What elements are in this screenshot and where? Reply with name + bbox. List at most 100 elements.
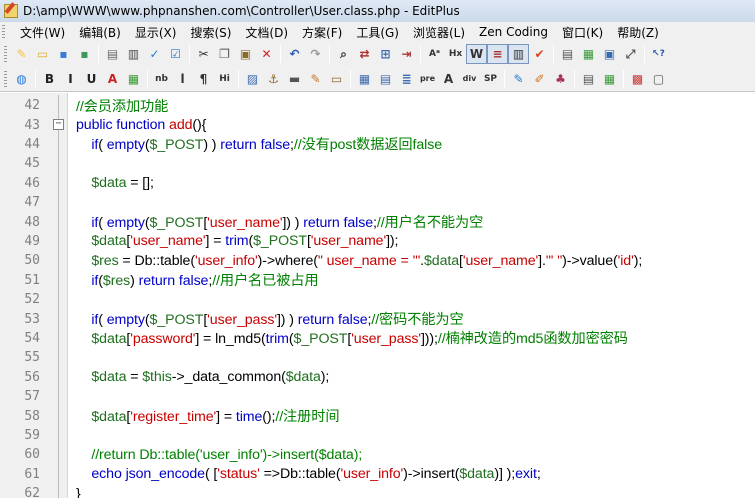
edit-button[interactable]: ✎ [305, 69, 326, 89]
anchor-tag-button[interactable]: A [438, 69, 459, 89]
span-button[interactable]: SP [480, 69, 501, 89]
toolbar-grip[interactable] [4, 46, 7, 62]
css-toolbar-button[interactable]: ▦ [599, 69, 620, 89]
code-line[interactable]: 58 $data['register_time'] = time();//注册时… [0, 406, 755, 426]
menu-help[interactable]: 帮助(Z) [610, 24, 666, 41]
find-in-files-button[interactable]: ⊞ [375, 44, 396, 64]
code-line[interactable]: 59 [0, 426, 755, 445]
line-number-button[interactable]: ≡ [487, 44, 508, 64]
print-preview-button[interactable]: ▤ [102, 44, 123, 64]
open-folder-button[interactable]: ▭ [32, 44, 53, 64]
code-line[interactable]: 62} [0, 484, 755, 498]
word-wrap-button[interactable]: W [466, 44, 487, 64]
preview-button[interactable]: ▢ [648, 69, 669, 89]
code-line[interactable]: 45 [0, 154, 755, 173]
code-line[interactable]: 57 [0, 387, 755, 406]
output-window-button[interactable]: ▤ [557, 44, 578, 64]
pre-button[interactable]: pre [417, 69, 438, 89]
code-line[interactable]: 60 //return Db::table('user_info')->inse… [0, 445, 755, 464]
spell-check-button[interactable]: ✓ [144, 44, 165, 64]
code-line[interactable]: 49 $data['user_name'] = trim($_POST['use… [0, 232, 755, 251]
code-line[interactable]: 55 [0, 348, 755, 367]
find-button[interactable]: ⌕ [333, 44, 354, 64]
save-all-button[interactable]: ▪ [74, 44, 95, 64]
menu-project[interactable]: 方案(F) [295, 24, 349, 41]
code-line[interactable]: 51 if($res) return false;//用户名已被占用 [0, 271, 755, 290]
color-picker-button[interactable]: ▦ [123, 69, 144, 89]
help-pointer-button[interactable]: ↖? [648, 44, 669, 64]
align-center-icon: ≣ [401, 71, 412, 86]
code-line[interactable]: 46 $data = []; [0, 174, 755, 193]
menu-view[interactable]: 显示(X) [128, 24, 184, 41]
replace-button[interactable]: ⇄ [354, 44, 375, 64]
print-button[interactable]: ▥ [123, 44, 144, 64]
code-text: echo json_encode( ['status' =>Db::table(… [76, 466, 540, 483]
code-line[interactable]: 54 $data['password'] = ln_md5(trim($_POS… [0, 329, 755, 348]
check-button[interactable]: ☑ [165, 44, 186, 64]
code-line[interactable]: 43 − public function add(){ [0, 115, 755, 134]
menu-browser[interactable]: 浏览器(L) [406, 24, 472, 41]
code-line[interactable]: 48 if( empty($_POST['user_name']) ) retu… [0, 212, 755, 232]
new-file-button[interactable]: ✎ [11, 44, 32, 64]
horizontal-rule-button[interactable]: ▬ [284, 69, 305, 89]
form-button[interactable]: ✎ [508, 69, 529, 89]
font-button[interactable]: Aᵃ [424, 44, 445, 64]
script-button[interactable]: ✐ [529, 69, 550, 89]
align-center-button[interactable]: ≣ [396, 69, 417, 89]
div-button[interactable]: div [459, 69, 480, 89]
fullscreen-button[interactable]: ⤢ [620, 44, 641, 64]
save-button[interactable]: ▪ [53, 44, 74, 64]
directory-window-button[interactable]: ▦ [578, 44, 599, 64]
table-button[interactable]: ▦ [354, 69, 375, 89]
menu-grip[interactable] [2, 25, 5, 39]
goto-line-button[interactable]: ⇥ [396, 44, 417, 64]
cut-button[interactable]: ✂ [193, 44, 214, 64]
code-token: =>Db::table( [259, 466, 341, 483]
code-line[interactable]: 61 echo json_encode( ['status' =>Db::tab… [0, 465, 755, 484]
hex-button[interactable]: Hx [445, 44, 466, 64]
comment-button[interactable]: ▭ [326, 69, 347, 89]
menu-file[interactable]: 文件(W) [13, 24, 72, 41]
cliptext-window-button[interactable]: ▣ [599, 44, 620, 64]
table-row-button[interactable]: ▤ [375, 69, 396, 89]
redo-icon: ↷ [310, 47, 321, 61]
syntax-check-button[interactable]: ✔ [529, 44, 550, 64]
menu-search[interactable]: 搜索(S) [183, 24, 238, 41]
copy-button[interactable]: ❐ [214, 44, 235, 64]
code-line[interactable]: 56 $data = $this->_data_common($data); [0, 368, 755, 387]
paragraph-button[interactable]: ¶ [193, 69, 214, 89]
code-line[interactable]: 52 [0, 290, 755, 309]
fold-toggle-icon[interactable]: − [53, 119, 64, 131]
code-line[interactable]: 42 //会员添加功能 [0, 96, 755, 115]
menu-document[interactable]: 文档(D) [238, 24, 295, 41]
delete-button[interactable]: ✕ [256, 44, 277, 64]
code-line[interactable]: 50 $res = Db::table('user_info')->where(… [0, 251, 755, 270]
menu-edit[interactable]: 编辑(B) [72, 24, 128, 41]
anchor-button[interactable]: ⚓ [263, 69, 284, 89]
code-editor[interactable]: 42 //会员添加功能 43 − public function add(){44 if… [0, 93, 755, 498]
menu-zen-coding[interactable]: Zen Coding [472, 25, 555, 39]
style-button[interactable]: ♣ [550, 69, 571, 89]
line-break-button[interactable]: l [172, 69, 193, 89]
nbsp-button[interactable]: nb [151, 69, 172, 89]
paste-button[interactable]: ▣ [235, 44, 256, 64]
menu-tools[interactable]: 工具(G) [349, 24, 406, 41]
code-line[interactable]: 47 [0, 193, 755, 212]
code-line[interactable]: 53 if( empty($_POST['user_pass']) ) retu… [0, 309, 755, 329]
italic-button[interactable]: I [60, 69, 81, 89]
html-toolbar-button[interactable]: ▤ [578, 69, 599, 89]
code-line[interactable]: 44 if( empty($_POST) ) return false;//没有… [0, 135, 755, 154]
color-palette-button[interactable]: ▩ [627, 69, 648, 89]
toolbar-grip[interactable] [4, 70, 7, 87]
ruler-button[interactable]: ▥ [508, 44, 529, 64]
image-button[interactable]: ▨ [242, 69, 263, 89]
redo-button[interactable]: ↷ [305, 44, 326, 64]
font-color-button[interactable]: A [102, 69, 123, 89]
browser-button[interactable]: ◍ [11, 69, 32, 89]
menu-window[interactable]: 窗口(K) [555, 24, 610, 41]
toolbar-separator [329, 45, 330, 63]
heading-button[interactable]: Hi [214, 69, 235, 89]
bold-button[interactable]: B [39, 69, 60, 89]
undo-button[interactable]: ↶ [284, 44, 305, 64]
underline-button[interactable]: U [81, 69, 102, 89]
